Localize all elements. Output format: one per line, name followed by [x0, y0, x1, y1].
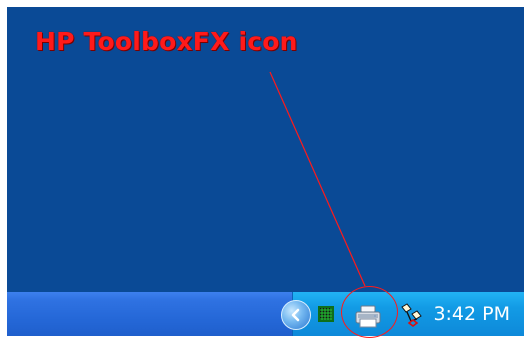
screenshot-frame: HP ToolboxFX icon 3:42 PM [0, 0, 531, 343]
chevron-left-icon [291, 308, 300, 322]
annotation-label: HP ToolboxFX icon [35, 27, 298, 56]
annotation-circle [341, 286, 398, 338]
taskbar: 3:42 PM [7, 292, 524, 336]
show-hidden-icons-button[interactable] [281, 300, 311, 330]
monitor-icon[interactable] [317, 305, 335, 323]
desktop: HP ToolboxFX icon [7, 7, 524, 292]
taskbar-clock[interactable]: 3:42 PM [433, 302, 510, 326]
network-icon[interactable] [399, 303, 424, 327]
system-tray: 3:42 PM [281, 292, 524, 336]
